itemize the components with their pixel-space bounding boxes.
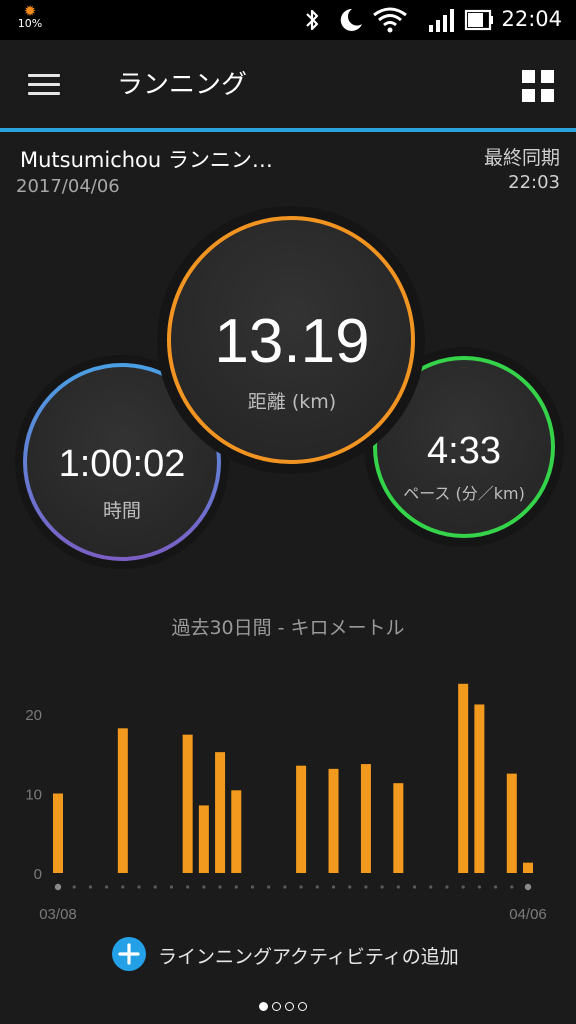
chart-bar — [328, 768, 339, 873]
x-axis-dot — [299, 885, 303, 889]
chart-bar — [458, 683, 469, 873]
distance-label: 距離 (km) — [248, 391, 336, 413]
x-axis-dot — [169, 885, 174, 889]
time-value: 1:00:02 — [59, 443, 186, 485]
x-axis-dot — [105, 885, 109, 889]
x-axis-dot — [72, 885, 76, 889]
x-axis-dot — [186, 885, 190, 889]
chart-bar — [231, 790, 242, 873]
x-axis-dot — [202, 885, 206, 889]
pace-value: 4:33 — [427, 430, 501, 472]
pace-label: ペース (分／km) — [403, 484, 525, 503]
chart-bar — [296, 765, 307, 873]
x-axis-dot — [348, 885, 352, 889]
y-tick-label: 0 — [34, 866, 42, 883]
chart-bar — [117, 728, 128, 873]
chart-bar — [182, 734, 193, 873]
x-axis-dot — [331, 885, 336, 889]
x-axis-dot — [137, 885, 141, 889]
x-axis-dot — [396, 885, 400, 889]
x-end-label: 04/06 — [509, 906, 547, 923]
page-dot[interactable] — [285, 1002, 294, 1011]
x-axis-dot — [364, 885, 368, 889]
plus-icon — [112, 937, 146, 971]
chart-bar — [523, 862, 533, 873]
chart-bar — [360, 764, 371, 873]
page-dot[interactable] — [259, 1002, 268, 1011]
distance-gauge[interactable]: 13.19 距離 (km) — [157, 206, 425, 474]
x-axis-dot — [54, 883, 62, 891]
page-dot[interactable] — [298, 1002, 307, 1011]
stat-gauges: 1:00:02 時間 4:33 ペース (分／km) 13.19 距離 (km) — [15, 206, 564, 569]
chart-bar — [215, 752, 226, 873]
y-tick-label: 10 — [25, 787, 42, 804]
x-axis-dot — [218, 885, 222, 889]
add-activity-label: ラインニングアクティビティの追加 — [158, 946, 459, 968]
distance-value: 13.19 — [214, 307, 369, 376]
x-axis-dot — [250, 885, 255, 889]
x-axis-dot — [461, 885, 465, 889]
x-axis-dot — [283, 885, 287, 889]
x-axis-dot — [88, 885, 93, 889]
page-indicator — [259, 996, 311, 1011]
x-axis-dot — [315, 885, 319, 889]
x-axis-dot — [153, 885, 157, 889]
page-dot[interactable] — [272, 1002, 281, 1011]
x-axis-dot — [412, 885, 417, 889]
chart-bar — [393, 783, 404, 873]
chart-bar — [53, 793, 63, 873]
x-axis-dot — [380, 885, 384, 889]
x-axis-dot — [121, 885, 125, 889]
x-axis-dot — [493, 885, 498, 889]
x-start-label: 03/08 — [39, 906, 77, 923]
x-axis-dot — [524, 883, 532, 891]
chart-bar — [474, 704, 485, 873]
chart-bar — [198, 805, 209, 873]
time-label: 時間 — [103, 500, 141, 522]
chart-title: 過去30日間 - キロメートル — [171, 617, 405, 639]
x-axis-dot — [477, 885, 481, 889]
x-axis-dot — [267, 885, 271, 889]
x-axis-dot — [234, 885, 238, 889]
x-axis-dot — [510, 885, 514, 889]
x-axis-dot — [445, 885, 449, 889]
x-axis-dot — [429, 885, 433, 889]
chart-bar — [506, 773, 517, 873]
y-tick-label: 20 — [25, 707, 42, 724]
